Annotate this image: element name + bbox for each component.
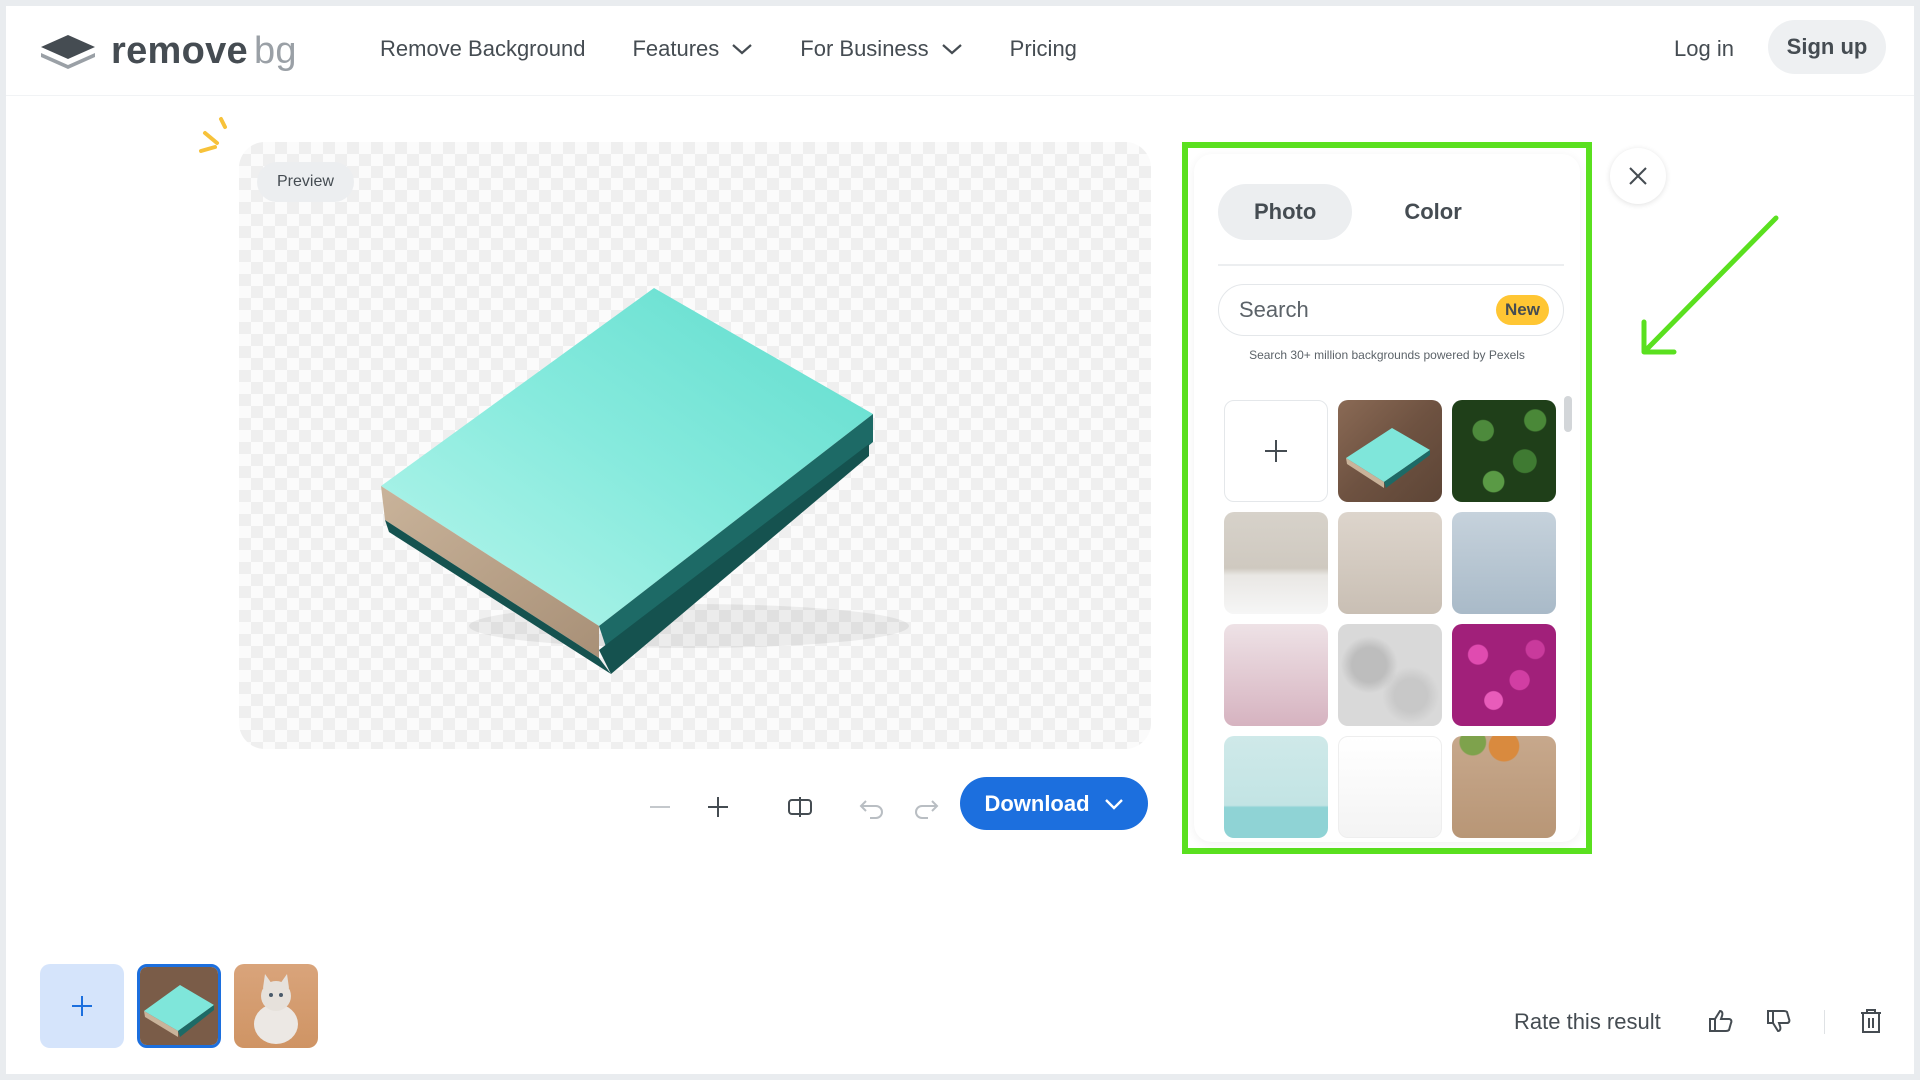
zoom-out-button[interactable] xyxy=(640,787,680,827)
preview-badge: Preview xyxy=(257,162,354,202)
nav-label: Remove Background xyxy=(380,36,586,61)
zoom-in-button[interactable] xyxy=(698,787,738,827)
background-thumbnail-white-desk[interactable] xyxy=(1338,736,1442,838)
image-thumbnail-cat[interactable] xyxy=(234,964,318,1048)
book-thumbnail-image xyxy=(140,967,218,1045)
nav-pricing[interactable]: Pricing xyxy=(1010,36,1077,62)
download-button[interactable]: Download xyxy=(960,777,1148,830)
add-image-button[interactable] xyxy=(40,964,124,1048)
chevron-down-icon xyxy=(941,44,962,55)
preview-canvas: Preview xyxy=(239,142,1151,749)
undo-button[interactable] xyxy=(852,787,892,827)
search-placeholder: Search xyxy=(1239,297,1309,322)
download-label: Download xyxy=(984,790,1090,816)
logo-icon xyxy=(41,35,95,69)
editor-toolbar xyxy=(640,780,946,834)
background-thumbnail-beige-wall[interactable] xyxy=(1224,512,1328,614)
powered-by-text: Search 30+ million backgrounds powered b… xyxy=(1249,348,1525,362)
background-panel-highlight: Photo Color Search New Search 30+ millio… xyxy=(1182,142,1592,854)
image-thumbnail-book[interactable] xyxy=(137,964,221,1048)
main-nav: Remove Background Features For Business … xyxy=(380,36,1077,62)
plus-icon xyxy=(72,996,92,1016)
thumbs-down-icon xyxy=(1767,1010,1791,1033)
delete-button[interactable] xyxy=(1856,1006,1886,1036)
background-thumbnail-taupe-gradient[interactable] xyxy=(1338,512,1442,614)
nav-remove-background[interactable]: Remove Background xyxy=(380,36,585,62)
undo-icon xyxy=(859,800,883,819)
upload-background-button[interactable] xyxy=(1224,400,1328,502)
close-panel-button[interactable] xyxy=(1610,148,1666,204)
app-frame: remove bg Remove Background Features For … xyxy=(6,6,1914,1074)
annotation-arrow-icon xyxy=(1641,215,1779,355)
logo-word-bg: bg xyxy=(254,29,297,72)
redo-icon xyxy=(915,800,939,819)
tab-photo[interactable]: Photo xyxy=(1218,184,1353,240)
book-thumbnail-image xyxy=(1346,428,1430,488)
new-badge: New xyxy=(1496,295,1549,325)
background-thumbnail-wood-autumn[interactable] xyxy=(1452,736,1556,838)
thumbs-up-button[interactable] xyxy=(1706,1006,1736,1036)
logo[interactable]: remove bg xyxy=(39,29,297,73)
nav-features[interactable]: Features xyxy=(632,36,753,62)
panel-tabs: Photo Color xyxy=(1218,184,1498,240)
sparkle-icon xyxy=(199,117,227,153)
background-thumbnail-mint-shelf[interactable] xyxy=(1224,736,1328,838)
background-thumbnail-pink-gradient[interactable] xyxy=(1224,624,1328,726)
plus-icon xyxy=(708,797,728,817)
signup-button[interactable]: Sign up xyxy=(1768,20,1886,74)
divider xyxy=(1824,1010,1825,1034)
trash-icon xyxy=(1861,1009,1881,1033)
background-thumbnail-gray-marble[interactable] xyxy=(1338,624,1442,726)
tab-color[interactable]: Color xyxy=(1368,184,1497,240)
chevron-down-icon xyxy=(732,44,753,55)
plus-icon xyxy=(1265,440,1287,462)
tab-divider xyxy=(1218,264,1564,266)
thumbs-up-icon xyxy=(1709,1009,1733,1032)
background-panel: Photo Color Search New Search 30+ millio… xyxy=(1194,154,1580,842)
nav-for-business[interactable]: For Business xyxy=(800,36,962,62)
close-icon xyxy=(1629,167,1647,185)
background-thumbnail-wood-book[interactable] xyxy=(1338,400,1442,502)
thumbs-down-button[interactable] xyxy=(1764,1006,1794,1036)
panel-scrollbar[interactable] xyxy=(1564,396,1572,432)
compare-button[interactable] xyxy=(780,787,820,827)
background-search-input[interactable]: Search New xyxy=(1218,284,1564,336)
minus-icon xyxy=(650,806,670,808)
nav-label: Features xyxy=(632,36,720,61)
logo-word-remove: remove xyxy=(111,29,248,72)
background-thumbnail-green-leaves[interactable] xyxy=(1452,400,1556,502)
cat-thumbnail-image xyxy=(254,974,298,1044)
redo-button[interactable] xyxy=(906,787,946,827)
background-thumbnail-blue-gray[interactable] xyxy=(1452,512,1556,614)
book-image xyxy=(381,288,909,674)
login-link[interactable]: Log in xyxy=(1674,36,1734,62)
background-grid xyxy=(1224,400,1558,838)
chevron-down-icon xyxy=(1104,798,1123,810)
logo-text: remove bg xyxy=(111,30,297,73)
background-thumbnail-magenta-flowers[interactable] xyxy=(1452,624,1556,726)
compare-icon xyxy=(788,797,812,817)
top-nav-bar: remove bg Remove Background Features For … xyxy=(6,6,1914,96)
rate-result-label: Rate this result xyxy=(1514,1009,1661,1034)
nav-label: Pricing xyxy=(1009,36,1077,61)
nav-label: For Business xyxy=(800,36,929,61)
